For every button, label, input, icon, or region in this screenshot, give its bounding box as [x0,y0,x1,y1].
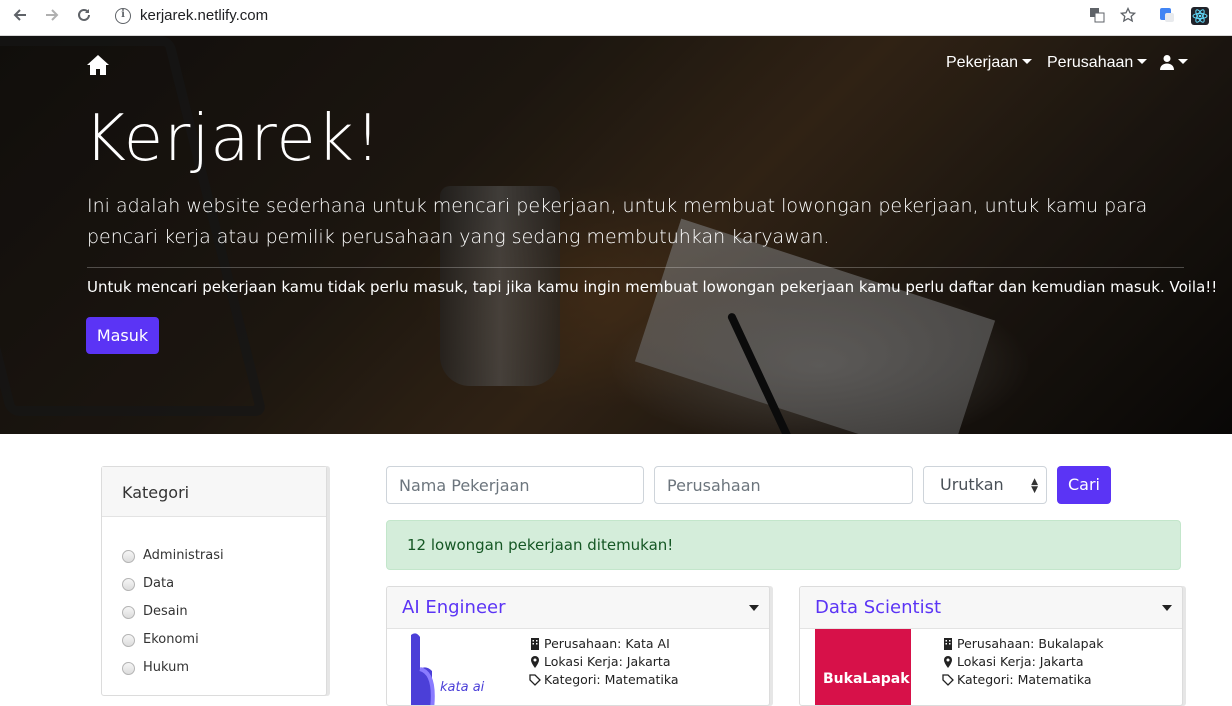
job-card-header[interactable]: AI Engineer [387,587,769,629]
building-icon [531,638,539,650]
job-card-header[interactable]: Data Scientist [800,587,1182,629]
svg-text:kata ai: kata ai [440,680,485,695]
company-logo: kata ai [402,629,498,705]
category-radio[interactable] [122,577,135,591]
react-devtools-icon[interactable] [1191,7,1209,25]
job-name-input[interactable] [386,466,644,504]
job-company: Perusahaan: Bukalapak [957,636,1104,651]
google-translate-extension-icon[interactable] [1158,7,1176,25]
hero-lead-text: Ini adalah website sederhana untuk menca… [87,195,1148,248]
job-location: Lokasi Kerja: Jakarta [544,654,671,669]
address-bar[interactable]: kerjarek.netlify.com [140,7,268,24]
tag-icon [529,674,541,686]
job-company: Perusahaan: Kata AI [544,636,670,651]
category-label: Desain [143,603,188,619]
chevron-down-icon[interactable] [749,605,759,611]
category-radio[interactable] [122,633,135,647]
login-button[interactable]: Masuk [86,317,159,354]
reload-icon[interactable] [72,6,96,28]
job-card[interactable]: AI Engineer kata ai Perusahaan: Kata AI … [386,586,770,706]
page-title: Kerjarek! [84,102,382,176]
chevron-down-icon [1178,59,1188,64]
category-radio[interactable] [122,605,135,619]
category-item-desain[interactable]: Desain [122,597,326,625]
category-radio[interactable] [122,549,135,563]
job-location: Lokasi Kerja: Jakarta [957,654,1084,669]
user-icon [1160,55,1174,70]
tag-icon [942,674,954,686]
map-marker-icon [531,656,539,668]
category-label: Data [143,575,175,591]
job-title[interactable]: AI Engineer [402,597,506,618]
category-radio[interactable] [122,661,135,675]
browser-toolbar: i kerjarek.netlify.com [0,0,1232,36]
hero-sub-text: Untuk mencari pekerjaan kamu tidak perlu… [87,278,1218,296]
category-list: Administrasi Data Desain Ekonomi Hukum [102,517,326,681]
nav-perusahaan-dropdown[interactable]: Perusahaan [1047,54,1148,72]
job-card[interactable]: Data Scientist BukaLapak Perusahaan: Buk… [799,586,1183,706]
nav-pekerjaan-dropdown[interactable]: Pekerjaan [946,54,1033,72]
user-menu-dropdown[interactable] [1160,54,1188,72]
category-item-hukum[interactable]: Hukum [122,653,326,681]
sidebar-title: Kategori [102,467,326,517]
hero-jumbotron: Pekerjaan Perusahaan Kerjarek! Ini adala… [0,36,1232,434]
svg-text:BukaLapak: BukaLapak [823,671,910,687]
category-item-data[interactable]: Data [122,569,326,597]
results-alert: 12 lowongan pekerjaan ditemukan! [386,520,1181,570]
divider [87,267,1184,268]
category-item-ekonomi[interactable]: Ekonomi [122,625,326,653]
nav-perusahaan-label: Perusahaan [1047,54,1134,71]
category-label: Administrasi [143,547,224,563]
category-label: Hukum [143,659,190,675]
chevron-down-icon [1137,59,1148,64]
site-info-icon[interactable]: i [115,8,131,24]
select-arrows-icon: ▲ ▼ [1031,477,1038,495]
back-icon[interactable] [8,6,32,28]
chevron-down-icon [1022,59,1033,64]
home-icon[interactable] [86,54,110,76]
chevron-down-icon[interactable] [1162,605,1172,611]
nav-pekerjaan-label: Pekerjaan [946,54,1019,71]
building-icon [944,638,952,650]
forward-icon[interactable] [40,6,64,28]
category-sidebar: Kategori Administrasi Data Desain Ekonom… [101,466,327,696]
bookmark-star-icon[interactable] [1119,6,1137,25]
company-input[interactable] [654,466,913,504]
sort-select[interactable]: Urutkan ▲ ▼ [923,466,1047,504]
job-category: Kategori: Matematika [544,672,679,687]
search-button[interactable]: Cari [1057,466,1111,504]
category-item-administrasi[interactable]: Administrasi [122,541,326,569]
translate-icon[interactable] [1088,7,1106,25]
job-title[interactable]: Data Scientist [815,597,941,618]
category-label: Ekonomi [143,631,199,647]
job-category: Kategori: Matematika [957,672,1092,687]
sort-select-value: Urutkan [940,475,1004,494]
map-marker-icon [944,656,952,668]
company-logo: BukaLapak [815,629,911,705]
